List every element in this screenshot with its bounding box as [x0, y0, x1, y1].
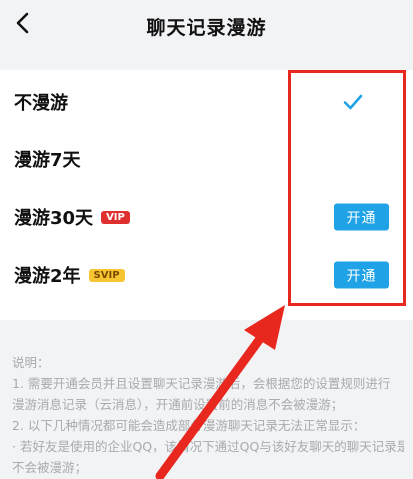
notes-line: 说明：: [12, 355, 50, 370]
notes-line: 不会被漫游；: [12, 460, 88, 475]
notes-line: 1. 需要开通会员并且设置聊天记录漫游后，会根据您的设置规则进行: [12, 376, 391, 391]
notes-line: 漫游消息记录（云消息），开通前设置前的消息不会被漫游；: [12, 397, 344, 412]
page-title: 聊天记录漫游: [146, 17, 267, 39]
option-no-roaming[interactable]: 不漫游: [0, 73, 413, 131]
option-label-text: 漫游2年: [14, 266, 81, 287]
option-label: 漫游30天 VIP: [14, 204, 130, 230]
option-roaming-30-days[interactable]: 漫游30天 VIP 开通: [0, 188, 413, 246]
option-label: 漫游2年 SVIP: [14, 262, 125, 288]
option-roaming-7-days[interactable]: 漫游7天: [0, 130, 413, 188]
checkmark-icon: [343, 94, 363, 110]
notes-section: 说明： 1. 需要开通会员并且设置聊天记录漫游后，会根据您的设置规则进行 漫游消…: [12, 352, 404, 478]
svip-badge: SVIP: [88, 268, 125, 282]
activate-30-days-button[interactable]: 开通: [334, 203, 389, 231]
activate-2-years-button[interactable]: 开通: [334, 261, 389, 289]
option-label: 漫游7天: [14, 150, 81, 171]
top-bar: 聊天记录漫游: [0, 0, 413, 56]
notes-line: 2. 以下几种情况都可能会造成部分漫游聊天记录无法正常显示：: [12, 418, 366, 433]
option-roaming-2-years[interactable]: 漫游2年 SVIP 开通: [0, 246, 413, 304]
option-label: 不漫游: [14, 93, 68, 114]
vip-badge: VIP: [101, 210, 130, 224]
roaming-options: 不漫游 漫游7天 漫游30天 VIP 开通 漫游2年 SVIP 开通: [0, 70, 413, 320]
option-label-text: 漫游30天: [14, 208, 94, 229]
notes-line: · 若好友是使用的企业QQ，该情况下通过QQ与该好友聊天的聊天记录是: [12, 439, 404, 454]
